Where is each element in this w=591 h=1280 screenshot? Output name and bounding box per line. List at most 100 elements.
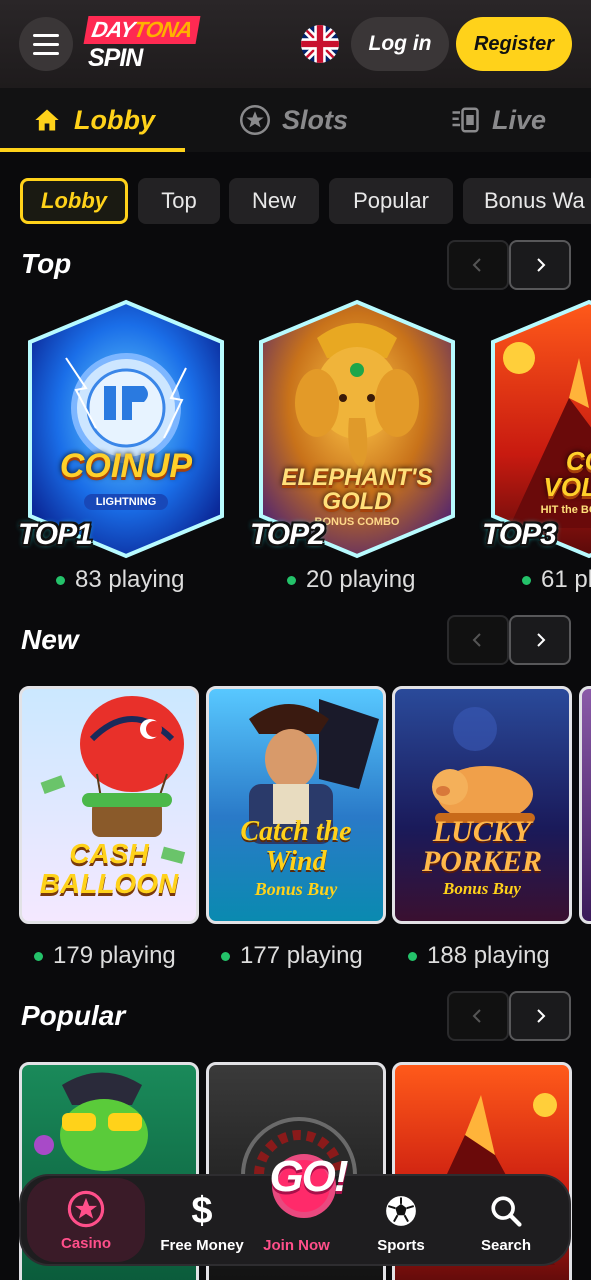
- online-dot-icon: [34, 951, 43, 961]
- lucky-porker-title-2: PORKER: [421, 845, 543, 878]
- chip-bonus-wagering[interactable]: Bonus Wa: [463, 178, 591, 224]
- nav-join-now-label: Join Now: [263, 1237, 330, 1254]
- casino-star-icon: [67, 1189, 105, 1229]
- game-card-catch-the-wind[interactable]: Catch the Wind Bonus Buy: [206, 686, 386, 924]
- go-icon[interactable]: GO!: [256, 1140, 356, 1220]
- star-icon: [240, 105, 270, 135]
- logo-line1: DAYTONA: [83, 16, 201, 44]
- login-button[interactable]: Log in: [351, 17, 449, 71]
- coin-up-title-1: COIN: [59, 447, 145, 485]
- prev-button[interactable]: [447, 240, 509, 290]
- next-button[interactable]: [509, 991, 571, 1041]
- players-count-label: 177 playing: [240, 942, 363, 969]
- top-carousel-arrows: [447, 240, 571, 290]
- players-count-label: 83 playing: [75, 566, 185, 593]
- dollar-icon: $: [191, 1189, 213, 1232]
- catch-the-wind-title-2: Wind: [265, 846, 327, 877]
- players-count: 177 playing: [221, 942, 363, 970]
- game-card-partial[interactable]: [579, 686, 591, 924]
- lucky-porker-subtitle: Bonus Buy: [443, 879, 521, 898]
- register-button[interactable]: Register: [456, 17, 572, 71]
- soccer-ball-icon: [384, 1191, 418, 1231]
- coin-volcano-title-2: VOLCA: [543, 472, 591, 502]
- chevron-right-icon: [537, 633, 546, 647]
- players-count: 179 playing: [34, 942, 176, 970]
- prev-button[interactable]: [447, 615, 509, 665]
- chevron-left-icon: [472, 258, 481, 272]
- catch-the-wind-title-1: Catch the: [240, 816, 352, 847]
- top-rank-badge: TOP1: [18, 518, 93, 551]
- hamburger-menu-button[interactable]: [19, 17, 73, 71]
- elephants-gold-title: ELEPHANT'S GOLD: [257, 466, 457, 514]
- players-count-label: 188 playing: [427, 942, 550, 969]
- players-count: 20 playing: [287, 566, 415, 594]
- online-dot-icon: [56, 575, 65, 585]
- section-title-top: Top: [21, 248, 72, 279]
- chevron-right-icon: [537, 1009, 546, 1023]
- nav-sports[interactable]: Sports: [351, 1176, 451, 1264]
- players-count: 188 playing: [408, 942, 550, 970]
- elephants-gold-title-2: GOLD: [322, 488, 392, 515]
- active-tab-indicator: [0, 148, 185, 152]
- game-card-cash-balloon[interactable]: CASH BALLOON: [19, 686, 199, 924]
- menu-line: [33, 51, 59, 55]
- chevron-left-icon: [472, 633, 481, 647]
- cash-balloon-title: CASH BALLOON: [22, 839, 196, 899]
- chevron-right-icon: [537, 258, 546, 272]
- top-rank-badge: TOP3: [482, 518, 557, 551]
- game-card-lucky-porker[interactable]: LUCKY PORKER Bonus Buy: [392, 686, 572, 924]
- tab-lobby[interactable]: Lobby: [32, 88, 155, 152]
- live-icon: [450, 105, 480, 135]
- nav-casino-label: Casino: [60, 1235, 111, 1252]
- online-dot-icon: [522, 575, 531, 585]
- daytona-spin-logo[interactable]: DAYTONA SPIN: [83, 16, 201, 74]
- coin-volcano-title: COIVOLCA: [499, 448, 591, 500]
- players-count: 83 playing: [56, 566, 184, 594]
- coin-up-subtitle: LIGHTNING: [84, 494, 168, 510]
- players-count-label: 179 playing: [53, 942, 176, 969]
- nav-sports-label: Sports: [377, 1237, 425, 1254]
- elephants-gold-title-1: ELEPHANT'S: [281, 464, 433, 491]
- online-dot-icon: [408, 951, 417, 961]
- menu-line: [33, 33, 59, 37]
- coin-volcano-title-1: COI: [565, 446, 591, 476]
- online-dot-icon: [287, 575, 296, 585]
- cash-balloon-title-2: BALLOON: [39, 868, 179, 899]
- logo-tona: TONA: [131, 17, 195, 42]
- main-tabs: Lobby Slots Live: [0, 88, 591, 152]
- tab-live-label: Live: [492, 104, 547, 135]
- players-count: 61 pl: [522, 566, 591, 594]
- lucky-porker-title-1: LUCKY: [432, 815, 532, 848]
- logo-day: DAY: [89, 17, 137, 42]
- nav-search-label: Search: [480, 1237, 532, 1254]
- chip-lobby[interactable]: Lobby: [20, 178, 128, 224]
- tab-live[interactable]: Live: [450, 88, 546, 152]
- search-icon: [489, 1191, 523, 1231]
- app-header: DAYTONA SPIN Log in Register: [0, 0, 591, 88]
- chevron-left-icon: [472, 1009, 481, 1023]
- uk-flag-icon[interactable]: [301, 25, 339, 63]
- tab-slots[interactable]: Slots: [240, 88, 348, 152]
- home-icon: [32, 105, 62, 135]
- lucky-porker-title: LUCKY PORKER: [395, 817, 569, 877]
- chip-new[interactable]: New: [229, 178, 319, 224]
- chip-top[interactable]: Top: [138, 178, 220, 224]
- tab-lobby-label: Lobby: [74, 104, 155, 135]
- next-button[interactable]: [509, 240, 571, 290]
- menu-line: [33, 42, 59, 46]
- nav-search[interactable]: Search: [456, 1176, 556, 1264]
- prev-button[interactable]: [447, 991, 509, 1041]
- new-carousel-arrows: [447, 615, 571, 665]
- logo-line2: SPIN: [88, 44, 143, 72]
- top-rank-badge: TOP2: [250, 518, 325, 551]
- chip-popular[interactable]: Popular: [329, 178, 453, 224]
- cash-balloon-title-1: CASH: [69, 838, 149, 869]
- coin-volcano-subtitle: HIT the BO: [540, 504, 591, 516]
- section-title-popular: Popular: [21, 1000, 126, 1031]
- popular-carousel-arrows: [447, 991, 571, 1041]
- nav-casino[interactable]: Casino: [27, 1178, 145, 1262]
- next-button[interactable]: [509, 615, 571, 665]
- go-label: GO!: [269, 1152, 348, 1201]
- online-dot-icon: [221, 951, 230, 961]
- players-count-label: 20 playing: [306, 566, 416, 593]
